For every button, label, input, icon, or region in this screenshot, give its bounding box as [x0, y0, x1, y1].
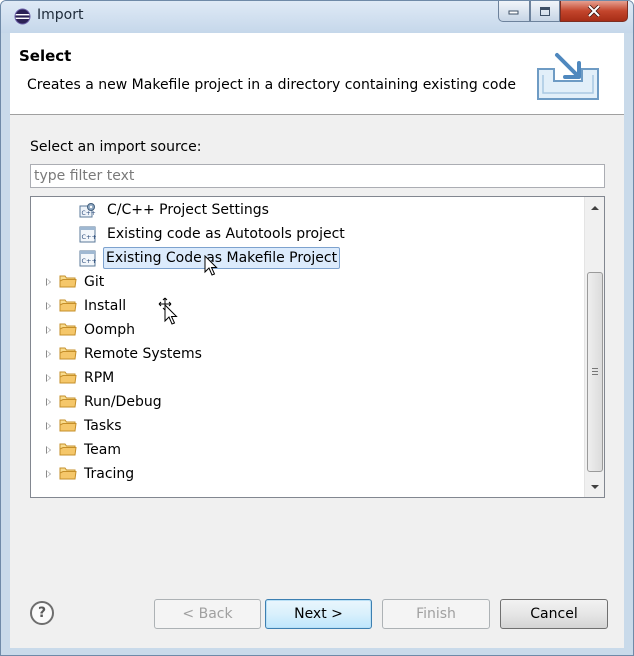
finish-button[interactable]: Finish — [382, 599, 490, 629]
grip-line — [592, 371, 598, 372]
minimize-icon — [508, 10, 519, 15]
cpp-file-icon: C++ — [79, 226, 96, 243]
grip-line — [592, 374, 598, 375]
eclipse-icon — [14, 8, 31, 25]
folder-icon — [59, 395, 77, 408]
tree-item-label: Team — [84, 442, 122, 458]
expand-arrow-icon[interactable] — [46, 374, 51, 382]
close-button[interactable] — [560, 1, 628, 22]
expand-arrow-icon[interactable] — [46, 398, 51, 406]
folder-icon — [59, 299, 77, 312]
expand-arrow-icon[interactable] — [46, 326, 51, 334]
tree-item-label: Run/Debug — [84, 394, 162, 410]
help-button[interactable]: ? — [30, 601, 54, 625]
tree-item-label: Git — [84, 274, 105, 290]
arrow-cursor-icon — [204, 255, 218, 276]
tree-item-label: Oomph — [84, 322, 135, 338]
maximize-button[interactable] — [530, 1, 560, 22]
expand-arrow-icon[interactable] — [46, 278, 51, 286]
back-button[interactable]: < Back — [154, 599, 261, 629]
folder-icon — [59, 371, 77, 384]
window-title: Import — [37, 7, 84, 23]
move-cursor-icon — [158, 297, 178, 325]
scroll-thumb[interactable] — [587, 272, 603, 472]
next-button[interactable]: Next > — [265, 599, 372, 629]
folder-icon — [59, 443, 77, 456]
cpp-settings-icon: C++ — [79, 203, 96, 218]
folder-icon — [59, 467, 77, 480]
cancel-button[interactable]: Cancel — [500, 599, 608, 629]
tree-item-label: Existing Code as Makefile Project — [103, 247, 341, 269]
folder-icon — [59, 275, 77, 288]
maximize-icon — [540, 6, 550, 16]
wizard-header: Select Creates a new Makefile project in… — [10, 33, 624, 115]
title-bar[interactable]: Import — [1, 1, 633, 33]
svg-text:C++: C++ — [82, 257, 97, 265]
tree-item-label: Tracing — [84, 466, 135, 482]
svg-text:C++: C++ — [82, 233, 97, 241]
filter-input[interactable] — [30, 164, 605, 188]
grip-line — [592, 368, 598, 369]
tree-item-label: RPM — [84, 370, 115, 386]
tree-item-label: C/C++ Project Settings — [107, 202, 269, 218]
tree-item-label: Tasks — [84, 418, 122, 434]
expand-arrow-icon[interactable] — [46, 470, 51, 478]
svg-text:C++: C++ — [82, 210, 96, 217]
expand-arrow-icon[interactable] — [46, 422, 51, 430]
import-source-label: Select an import source: — [30, 139, 202, 155]
import-source-tree[interactable]: C++ C/C++ Project Settings C++ Existing … — [30, 196, 605, 498]
tree-item-label: Remote Systems — [84, 346, 202, 362]
expand-arrow-icon[interactable] — [46, 446, 51, 454]
expand-arrow-icon[interactable] — [46, 302, 51, 310]
scroll-down-arrow-icon[interactable] — [591, 485, 599, 489]
cpp-file-icon: C++ — [79, 250, 96, 267]
import-banner-icon — [537, 53, 599, 100]
folder-icon — [59, 323, 77, 336]
close-icon — [587, 5, 601, 17]
import-dialog: Import Select Creates a new Makefile pro… — [0, 0, 634, 656]
tree-item-label: Existing code as Autotools project — [107, 226, 345, 242]
tree-item-label: Install — [84, 298, 127, 314]
tree-scrollbar[interactable] — [584, 197, 604, 497]
minimize-button[interactable] — [498, 1, 530, 22]
scroll-up-arrow-icon[interactable] — [591, 206, 599, 210]
folder-icon — [59, 347, 77, 360]
expand-arrow-icon[interactable] — [46, 350, 51, 358]
dialog-body: Select Creates a new Makefile project in… — [10, 33, 624, 648]
page-description: Creates a new Makefile project in a dire… — [27, 77, 516, 93]
folder-icon — [59, 419, 77, 432]
page-title: Select — [19, 47, 72, 65]
